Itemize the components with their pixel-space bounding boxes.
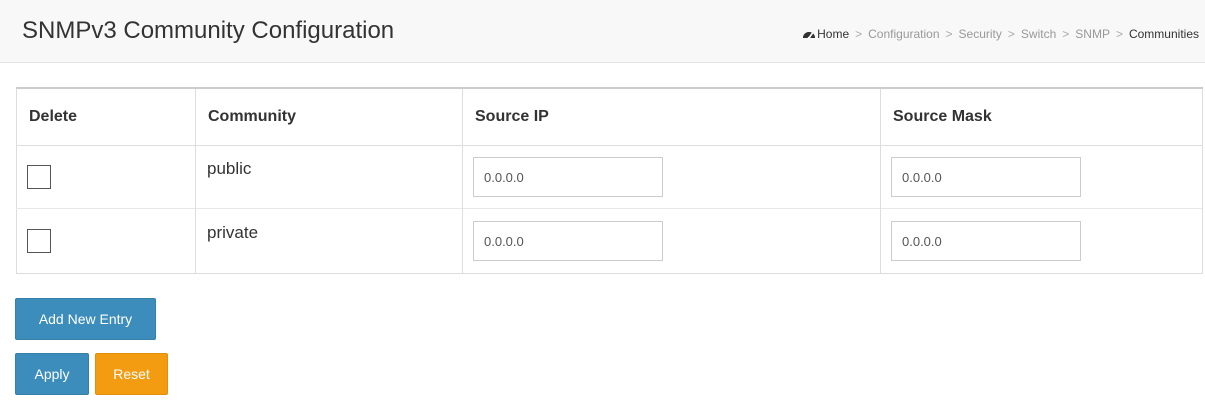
delete-checkbox[interactable] [27,165,51,189]
column-header-source-ip: Source IP [462,88,881,146]
breadcrumb-security[interactable]: Security [959,27,1002,41]
community-cell: public [195,145,463,209]
breadcrumb-separator: > [855,27,863,41]
page-title: SNMPv3 Community Configuration [22,17,395,44]
table-row: public [16,145,1203,209]
community-name: private [207,223,259,242]
breadcrumb-separator: > [1115,27,1123,41]
community-cell: private [195,208,463,274]
community-name: public [207,159,252,178]
column-header-source-mask: Source Mask [880,88,1203,146]
breadcrumb-switch[interactable]: Switch [1021,27,1056,41]
source-mask-input[interactable] [891,157,1081,197]
delete-checkbox[interactable] [27,229,51,253]
dashboard-icon [802,28,816,40]
breadcrumb-configuration[interactable]: Configuration [868,27,939,41]
column-header-community: Community [195,88,463,146]
breadcrumb-separator: > [1007,27,1015,41]
source-mask-input[interactable] [891,221,1081,261]
source-ip-input[interactable] [473,157,663,197]
page-header: SNMPv3 Community Configuration Home > Co… [0,0,1205,63]
breadcrumb-communities: Communities [1128,27,1199,41]
source-mask-cell [880,208,1203,274]
add-new-entry-button[interactable]: Add New Entry [15,298,156,340]
delete-cell [16,208,196,274]
breadcrumb-snmp[interactable]: SNMP [1075,27,1110,41]
delete-cell [16,145,196,209]
breadcrumb-home[interactable]: Home [817,27,849,41]
column-header-delete: Delete [16,88,196,146]
source-ip-input[interactable] [473,221,663,261]
breadcrumb-separator: > [945,27,953,41]
breadcrumb-separator: > [1062,27,1070,41]
breadcrumb: Home > Configuration > Security > Switch… [802,27,1199,41]
community-table: Delete Community Source IP Source Mask p… [16,87,1203,274]
source-mask-cell [880,145,1203,209]
source-ip-cell [462,208,881,274]
source-ip-cell [462,145,881,209]
apply-button[interactable]: Apply [15,353,89,395]
table-header-row: Delete Community Source IP Source Mask [16,88,1203,146]
reset-button[interactable]: Reset [95,353,168,395]
table-row: private [16,208,1203,274]
